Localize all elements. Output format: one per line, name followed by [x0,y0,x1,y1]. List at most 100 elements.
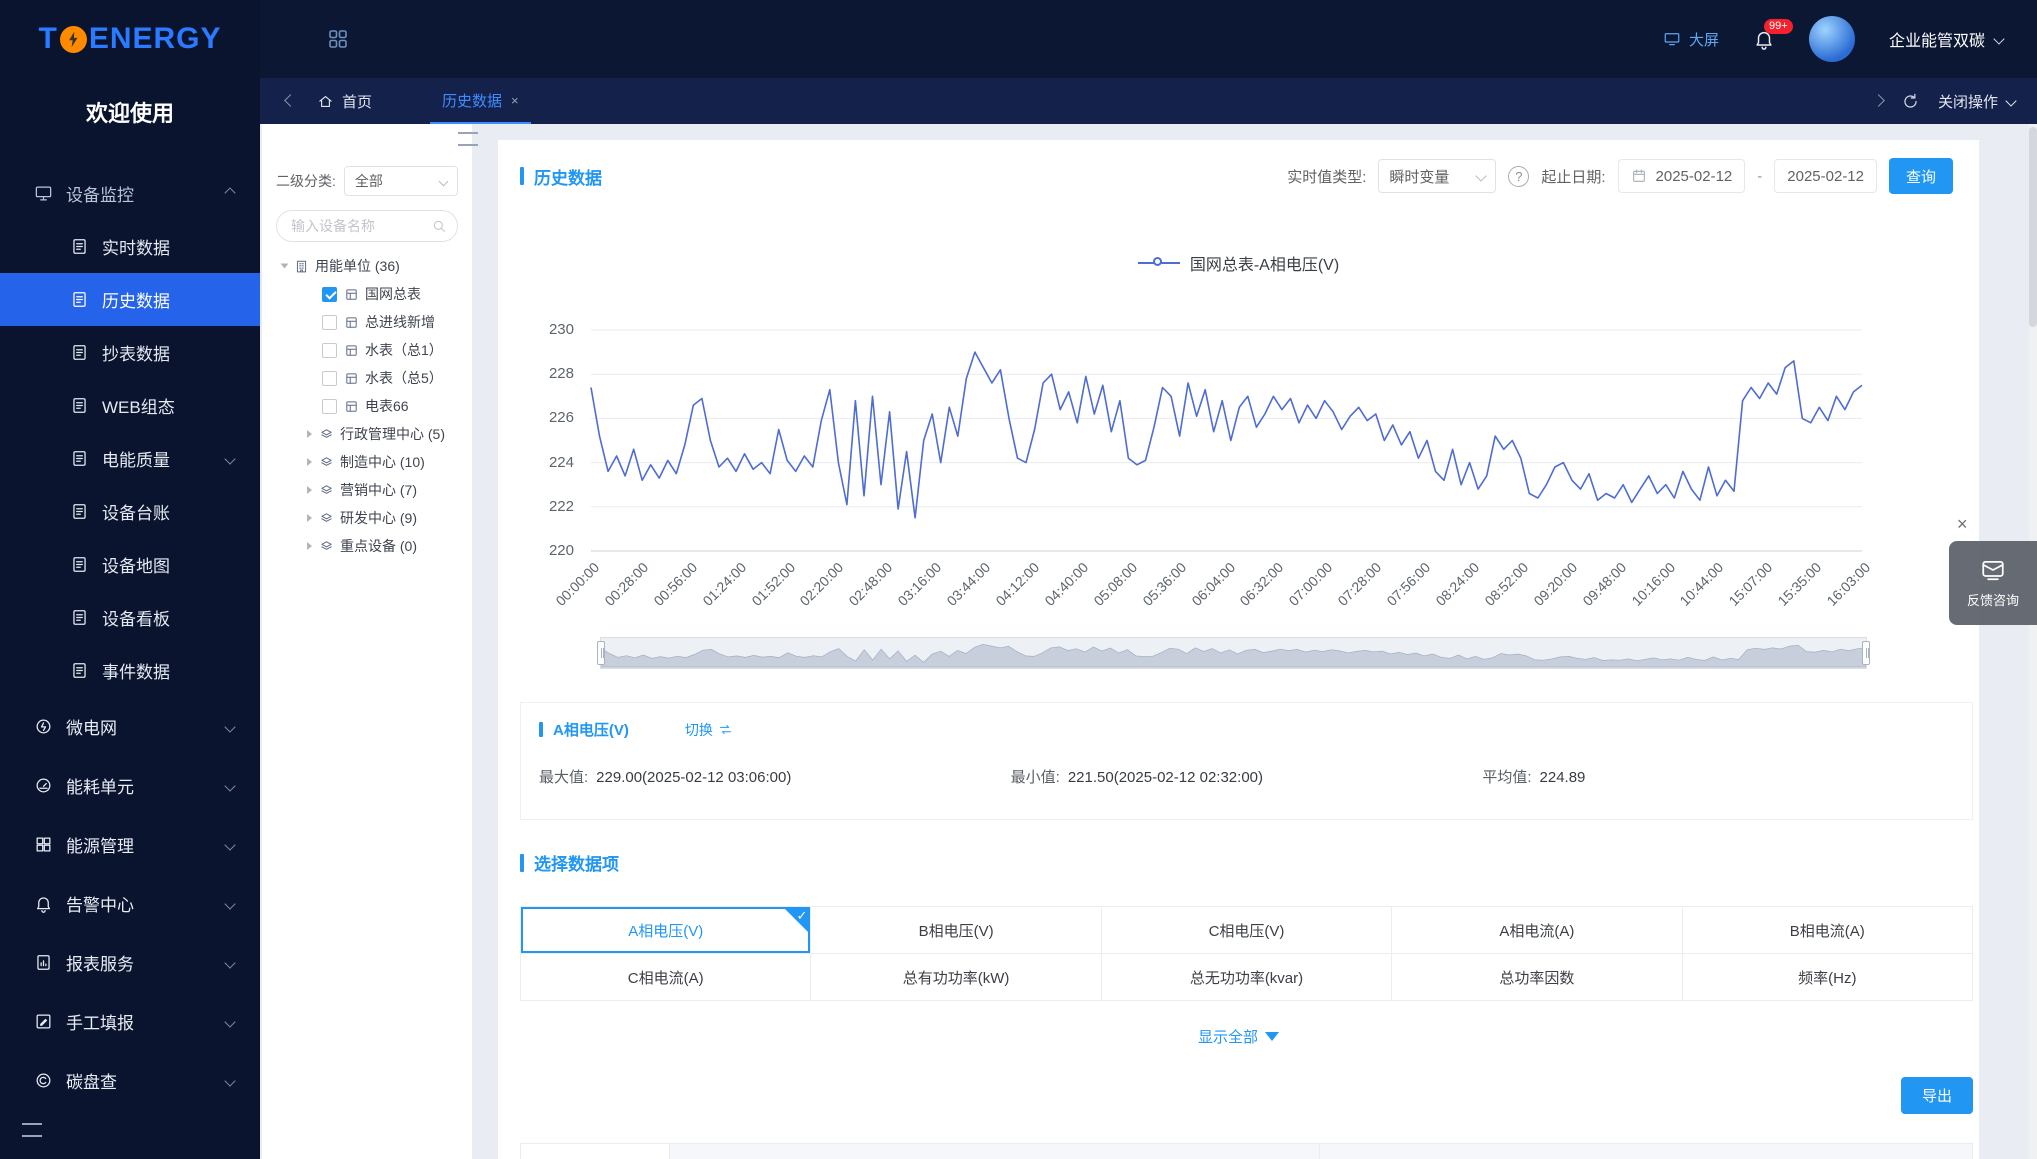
big-screen-button[interactable]: 大屏 [1663,29,1719,50]
x-axis-tick-label: 07:00:00 [1286,559,1336,609]
chart-y-axis: 220222224226228230 [498,330,582,551]
device-checkbox[interactable] [322,399,337,414]
stat-max: 最大值:229.00(2025-02-12 03:06:00) [539,766,1011,787]
expand-icon[interactable] [307,430,312,438]
datazoom-slider[interactable] [600,637,1867,669]
device-checkbox[interactable] [322,343,337,358]
nav-back-button[interactable] [282,88,299,114]
tree-device-water-meter-1[interactable]: 水表（总1） [262,336,472,364]
help-icon[interactable]: ? [1508,166,1529,187]
tree-group-manufacturing-center[interactable]: 制造中心 (10) [262,448,472,476]
expand-icon[interactable] [307,486,312,494]
data-item-phase-c-voltage[interactable]: C相电压(V) [1102,907,1392,954]
sidebar-item-microgrid[interactable]: 微电网 [0,697,260,756]
line-chart[interactable] [591,330,1862,551]
sidebar-item-realtime-data[interactable]: 实时数据 [0,220,260,273]
export-button[interactable]: 导出 [1901,1077,1973,1114]
data-item-phase-a-voltage[interactable]: A相电压(V)✓ [521,907,811,954]
end-date-input[interactable]: 2025-02-12 [1774,159,1877,193]
device-checkbox[interactable] [322,315,337,330]
sidebar-item-label: WEB组态 [102,393,175,418]
expand-icon[interactable] [307,514,312,522]
tree-group-admin-center[interactable]: 行政管理中心 (5) [262,420,472,448]
chevron-down-icon [224,780,235,791]
tree-group-rnd-center[interactable]: 研发中心 (9) [262,504,472,532]
sidebar-item-label: 历史数据 [102,287,170,312]
tab-home[interactable]: 首页 [317,91,372,112]
datazoom-right-handle[interactable] [1862,641,1870,665]
device-checkbox[interactable] [322,371,337,386]
scrollbar-thumb[interactable] [2029,127,2037,327]
x-axis-tick-label: 10:16:00 [1628,559,1678,609]
tree-group-marketing-center[interactable]: 营销中心 (7) [262,476,472,504]
data-item-phase-c-current[interactable]: C相电流(A) [521,954,811,1001]
realtime-type-select[interactable]: 瞬时变量 [1378,159,1496,193]
message-icon [1980,557,2006,583]
datazoom-left-handle[interactable] [597,641,605,665]
sidebar-item-event-data[interactable]: 事件数据 [0,644,260,697]
sidebar-item-energy-unit[interactable]: 能耗单元 [0,756,260,815]
start-date-input[interactable]: 2025-02-12 [1618,159,1746,193]
tree-root-energy-units[interactable]: 用能单位 (36) [262,252,472,280]
sidebar-item-carbon-audit[interactable]: 碳盘查 [0,1051,260,1110]
sidebar-item-energy-mgmt[interactable]: 能源管理 [0,815,260,874]
refresh-icon[interactable] [1901,92,1920,111]
data-item-phase-a-current[interactable]: A相电流(A) [1392,907,1682,954]
feedback-close-icon[interactable]: × [1957,515,1968,533]
y-axis-tick-label: 222 [498,498,574,515]
sidebar-collapse-icon[interactable] [22,1129,42,1143]
chart-legend[interactable]: 国网总表-A相电压(V) [498,251,1979,275]
sidebar-item-label: 报表服务 [66,950,134,975]
sidebar-item-device-ledger[interactable]: 设备台账 [0,485,260,538]
show-all-link[interactable]: 显示全部 [498,1026,1979,1047]
notifications-button[interactable]: 99+ [1753,28,1775,50]
data-item-total-active-power[interactable]: 总有功功率(kW) [811,954,1101,1001]
apps-grid-icon[interactable] [326,27,350,51]
sidebar-item-alarm-center[interactable]: 告警中心 [0,874,260,933]
doc-icon [70,290,89,309]
sidebar-item-power-quality[interactable]: 电能质量 [0,432,260,485]
switch-series-link[interactable]: 切换 [685,720,733,740]
org-menu[interactable]: 企业能管双碳 [1889,27,2003,51]
tree-device-new-incoming-line[interactable]: 总进线新增 [262,308,472,336]
tree-node-label: 行政管理中心 (5) [340,424,445,444]
device-checkbox[interactable] [322,287,337,302]
data-item-total-power-factor[interactable]: 总功率因数 [1392,954,1682,1001]
x-axis-tick-label: 07:28:00 [1335,559,1385,609]
meter-icon [344,287,359,302]
tree-device-emeter-66[interactable]: 电表66 [262,392,472,420]
avatar[interactable] [1809,16,1855,62]
sidebar-item-device-board[interactable]: 设备看板 [0,591,260,644]
tab-close-icon[interactable]: × [511,93,519,108]
data-item-phase-b-current[interactable]: B相电流(A) [1683,907,1973,954]
topbar: 大屏 99+ 企业能管双碳 [260,0,2037,78]
doc-icon [70,661,89,680]
expand-icon[interactable] [307,458,312,466]
sidebar-item-web-scada[interactable]: WEB组态 [0,379,260,432]
close-operations-menu[interactable]: 关闭操作 [1938,91,2015,112]
sidebar-item-device-monitoring[interactable]: 设备监控 [0,166,260,220]
feedback-widget[interactable]: × 反馈咨询 [1949,541,2037,625]
sidebar-item-manual-report[interactable]: 手工填报 [0,992,260,1051]
tree-device-grid-total-meter[interactable]: 国网总表 [262,280,472,308]
scrollbar-track[interactable] [2029,124,2037,1159]
page-title: 历史数据 [520,164,602,189]
expand-icon[interactable] [281,264,289,269]
data-item-frequency[interactable]: 频率(Hz) [1683,954,1973,1001]
tree-group-key-devices[interactable]: 重点设备 (0) [262,532,472,560]
category-select[interactable]: 全部 [344,166,458,196]
sidebar-item-report-service[interactable]: 报表服务 [0,933,260,992]
nav-forward-button[interactable] [1870,88,1887,114]
sidebar-item-history-data[interactable]: 历史数据 [0,273,260,326]
tree-device-water-meter-5[interactable]: 水表（总5） [262,364,472,392]
sidebar-item-meter-reading[interactable]: 抄表数据 [0,326,260,379]
data-item-phase-b-voltage[interactable]: B相电压(V) [811,907,1101,954]
x-axis-tick-label: 04:40:00 [1041,559,1091,609]
query-button[interactable]: 查询 [1889,158,1953,194]
tab-history-data[interactable]: 历史数据 × [430,78,531,124]
sidebar-item-device-map[interactable]: 设备地图 [0,538,260,591]
expand-icon[interactable] [307,542,312,550]
chevron-down-icon [224,957,235,968]
y-axis-tick-label: 224 [498,454,574,471]
data-item-total-reactive-power[interactable]: 总无功功率(kvar) [1102,954,1392,1001]
